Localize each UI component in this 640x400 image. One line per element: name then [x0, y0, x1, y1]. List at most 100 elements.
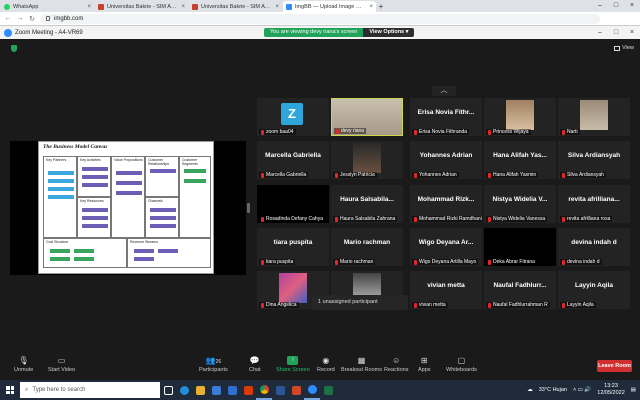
participant-tile[interactable]: Wigo Deyana Ar... Wigo Deyana Artilla May… — [410, 228, 482, 266]
forward-icon[interactable]: → — [16, 15, 24, 22]
view-options-button[interactable]: View Options ▾ — [363, 28, 415, 37]
participant-tile[interactable]: Hana Alifah Yas... Hana Alifah Yasmin — [484, 141, 556, 179]
participant-tile[interactable]: tiara puspita tiara puspita — [257, 228, 329, 266]
mic-muted-icon — [562, 216, 565, 222]
participant-tile[interactable]: Erisa Novia Fithr... Erisa Novia Fithrand… — [410, 98, 482, 136]
canvas-value-propositions: Value Propositions — [111, 156, 145, 238]
lock-icon — [46, 16, 50, 21]
participant-tile[interactable]: Princess Wijaya — [484, 98, 556, 136]
sticky-note — [82, 216, 108, 220]
reactions-button[interactable]: ☺ Reactions — [384, 356, 408, 373]
participant-tile[interactable]: Zzoom baa04 — [257, 98, 329, 136]
url-input[interactable]: imgbb.com — [40, 13, 600, 24]
chat-button[interactable]: 💬 Chat — [249, 356, 261, 373]
participant-tile[interactable] — [183, 271, 255, 309]
participant-tile[interactable]: Layyin Aqila Layyin Aqila — [558, 271, 630, 309]
participant-tile[interactable]: revita afrilliana... revita afrilliana ro… — [558, 185, 630, 223]
participant-tile[interactable]: vivian metta vivian metta — [410, 271, 482, 309]
word-icon[interactable] — [272, 380, 288, 400]
excel-icon[interactable] — [320, 380, 336, 400]
new-tab-button[interactable]: + — [376, 1, 386, 12]
participant-tile[interactable]: Yohannes Adrian Yohannes Adrian — [410, 141, 482, 179]
back-icon[interactable]: ← — [4, 15, 12, 22]
participant-tile[interactable]: Rosadinda Defany Cahya — [257, 185, 329, 223]
participant-tile[interactable]: Naufal Fadhlurr... Naufal Fadhlurrahman R — [484, 271, 556, 309]
browser-tab-imgbb[interactable]: ImgBB — Upload Image — Free × — [283, 1, 376, 12]
apps-button[interactable]: ⊞ Apps — [418, 356, 431, 373]
tray-icons[interactable]: ˄ ▭ 🔊 — [573, 387, 591, 393]
participant-tile[interactable] — [183, 98, 255, 136]
participant-name-label: Mario rachman — [333, 259, 376, 265]
close-icon[interactable]: × — [275, 4, 279, 10]
participant-display-name: Marcella Gabriella — [265, 152, 321, 159]
participant-label-text: Layyin Aqila — [567, 302, 594, 308]
sticky-note — [116, 171, 142, 175]
participant-name-label: revita afrilliana rosa — [560, 216, 613, 222]
breakout-rooms-button[interactable]: ▦ Breakout Rooms — [341, 356, 382, 373]
maximize-icon[interactable]: □ — [608, 0, 624, 12]
sticky-note — [74, 249, 94, 253]
participant-tile[interactable]: Mario rachman Mario rachman — [331, 228, 403, 266]
start-video-button[interactable]: ▭ Start Video — [48, 356, 75, 373]
security-shield-icon[interactable] — [11, 45, 17, 52]
whiteboards-button[interactable]: ▢ Whiteboards — [446, 356, 477, 373]
canvas-channels: Channels — [145, 197, 179, 238]
task-view-icon[interactable] — [160, 380, 176, 400]
participant-tile[interactable]: Deka Abrar Fitrana — [484, 228, 556, 266]
close-window-icon[interactable]: × — [624, 29, 640, 36]
zoom-taskbar-icon[interactable] — [304, 380, 320, 400]
chrome-icon[interactable] — [256, 380, 272, 400]
unassigned-participant-notice[interactable]: 1 unassigned participant — [312, 295, 408, 310]
imgbb-icon — [286, 3, 292, 10]
close-window-icon[interactable]: × — [624, 0, 640, 12]
unmute-button[interactable]: 🎙 Unmute — [14, 356, 33, 373]
record-button[interactable]: ◉ Record — [317, 356, 335, 373]
store-icon[interactable] — [208, 380, 224, 400]
participant-display-name: Hana Alifah Yas... — [493, 152, 547, 159]
participant-tile[interactable]: Marcella Gabriella Marcella Gabriella — [257, 141, 329, 179]
participant-tile[interactable]: Jesslyn Patricia — [331, 141, 403, 179]
participant-tile[interactable]: Nistya Widelia V... Nistya Widelia Vaness… — [484, 185, 556, 223]
browser-tab-sim-1[interactable]: Universitas Bakrie - SIM Akadem × — [95, 1, 188, 12]
edge-icon[interactable] — [176, 380, 192, 400]
participant-label-text: Wigo Deyana Artilla Mayo — [419, 259, 477, 265]
reload-icon[interactable]: ↻ — [28, 15, 36, 23]
mail-icon[interactable] — [224, 380, 240, 400]
view-button[interactable]: View — [614, 45, 634, 51]
file-explorer-icon[interactable] — [192, 380, 208, 400]
close-icon[interactable]: × — [87, 4, 91, 10]
browser-tab-whatsapp[interactable]: WhatsApp × — [1, 1, 94, 12]
maximize-icon[interactable]: □ — [608, 29, 624, 36]
sticky-note — [48, 171, 74, 175]
browser-tab-sim-2[interactable]: Universitas Bakrie - SIM Akadem × — [189, 1, 282, 12]
clock[interactable]: 13:23 12/05/2022 — [597, 383, 625, 397]
leave-room-button[interactable]: Leave Room — [597, 360, 632, 372]
participant-name-label: Mohammad Rizki Ramdhani — [412, 216, 482, 222]
taskbar-search-input[interactable]: ⌕ Type here to search — [20, 382, 160, 398]
participant-tile[interactable]: devy riana — [331, 98, 403, 136]
close-icon[interactable]: × — [369, 4, 373, 10]
sticky-note — [48, 187, 74, 191]
participant-tile[interactable]: Mohammad Rizk... Mohammad Rizki Ramdhani — [410, 185, 482, 223]
participant-tile[interactable]: devina indah d devina indah d — [558, 228, 630, 266]
office-icon[interactable] — [240, 380, 256, 400]
participant-label-text: Mohammad Rizki Ramdhani — [419, 216, 482, 222]
profile-picture — [580, 100, 608, 130]
close-icon[interactable]: × — [181, 4, 185, 10]
minimize-icon[interactable]: – — [592, 0, 608, 12]
powerpoint-icon[interactable] — [288, 380, 304, 400]
participant-display-name: tiara puspita — [273, 239, 313, 246]
notifications-icon[interactable]: ▤ — [631, 387, 636, 393]
participant-tile[interactable] — [183, 185, 255, 223]
participant-tile[interactable]: Haura Salsabila... Haura Salsabila Zahran… — [331, 185, 403, 223]
share-screen-button[interactable]: ↑ Share Screen — [276, 356, 310, 373]
collapse-gallery-button[interactable]: ︿ — [432, 86, 456, 96]
participant-tile[interactable]: Narti — [558, 98, 630, 136]
participants-button[interactable]: 👥26 Participants — [199, 356, 228, 373]
participant-tile[interactable]: Silva Ardiansyah Silva Ardiansyah — [558, 141, 630, 179]
minimize-icon[interactable]: – — [592, 29, 608, 36]
participant-tile[interactable] — [183, 228, 255, 266]
participant-tile[interactable] — [183, 141, 255, 179]
weather-icon[interactable]: ☁ — [527, 387, 533, 393]
start-button[interactable] — [0, 380, 20, 400]
